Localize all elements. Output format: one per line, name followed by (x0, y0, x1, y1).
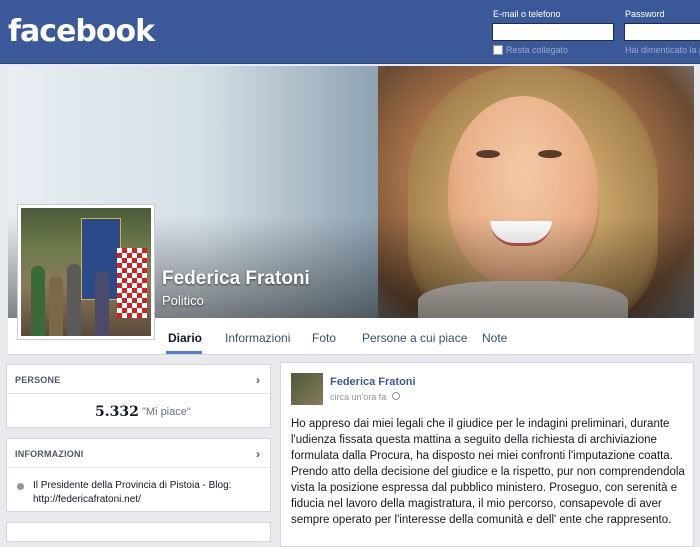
tab-foto[interactable]: Foto (312, 331, 336, 345)
likes-label: "Mi piace" (142, 406, 191, 418)
post-avatar[interactable] (291, 373, 323, 405)
info-card-title[interactable]: INFORMAZIONI (15, 449, 83, 459)
profile-name[interactable]: Federica Fratoni (162, 268, 310, 290)
profile-category[interactable]: Politico (162, 293, 204, 308)
cover-eye-left (476, 150, 500, 158)
cover-eye-right (538, 150, 562, 158)
people-card: PERSONE › 5.332 "Mi piace" (6, 364, 271, 428)
tab-persone[interactable]: Persone a cui piace (362, 331, 467, 345)
card-divider (7, 393, 270, 394)
chevron-right-icon[interactable]: › (256, 447, 260, 461)
info-card: INFORMAZIONI › Il Presidente della Provi… (6, 438, 271, 512)
password-label: Password (625, 9, 665, 19)
crowd-person (31, 266, 45, 336)
post-author[interactable]: Federica Fratoni (330, 376, 416, 388)
crowd-person (95, 271, 109, 336)
remember-checkbox[interactable] (493, 45, 503, 55)
crowd-person (67, 264, 81, 336)
likes-count: 5.332 (95, 404, 139, 420)
post-card: Federica Fratoni circa un'ora fa Ho appr… (280, 362, 694, 547)
post-timestamp[interactable]: circa un'ora fa (330, 392, 386, 402)
password-field[interactable] (624, 23, 700, 41)
forgot-password-link[interactable]: Hai dimenticato la p (625, 45, 700, 55)
tab-diario[interactable]: Diario (168, 331, 202, 345)
email-label: E-mail o telefono (493, 9, 561, 19)
remember-label: Resta collegato (506, 45, 569, 55)
tab-informazioni[interactable]: Informazioni (225, 331, 290, 345)
tab-note[interactable]: Note (482, 331, 507, 345)
card-divider (7, 467, 270, 468)
profile-picture-image (21, 208, 151, 336)
next-card (6, 522, 271, 542)
info-description: Il Presidente della Provincia di Pistoia… (33, 480, 232, 505)
crowd-person (49, 276, 63, 336)
email-field[interactable] (492, 23, 614, 41)
checkered-flag (117, 248, 147, 318)
active-tab-indicator (166, 351, 202, 354)
top-navbar: facebook E-mail o telefono Resta collega… (0, 0, 700, 64)
profile-picture[interactable] (17, 204, 155, 340)
facebook-logo[interactable]: facebook (8, 14, 155, 49)
chevron-right-icon[interactable]: › (256, 373, 260, 387)
info-bullet-icon (17, 483, 24, 490)
people-card-title[interactable]: PERSONE (15, 375, 60, 385)
post-text: Ho appreso dai miei legali che il giudic… (291, 418, 685, 526)
globe-icon (392, 392, 400, 400)
